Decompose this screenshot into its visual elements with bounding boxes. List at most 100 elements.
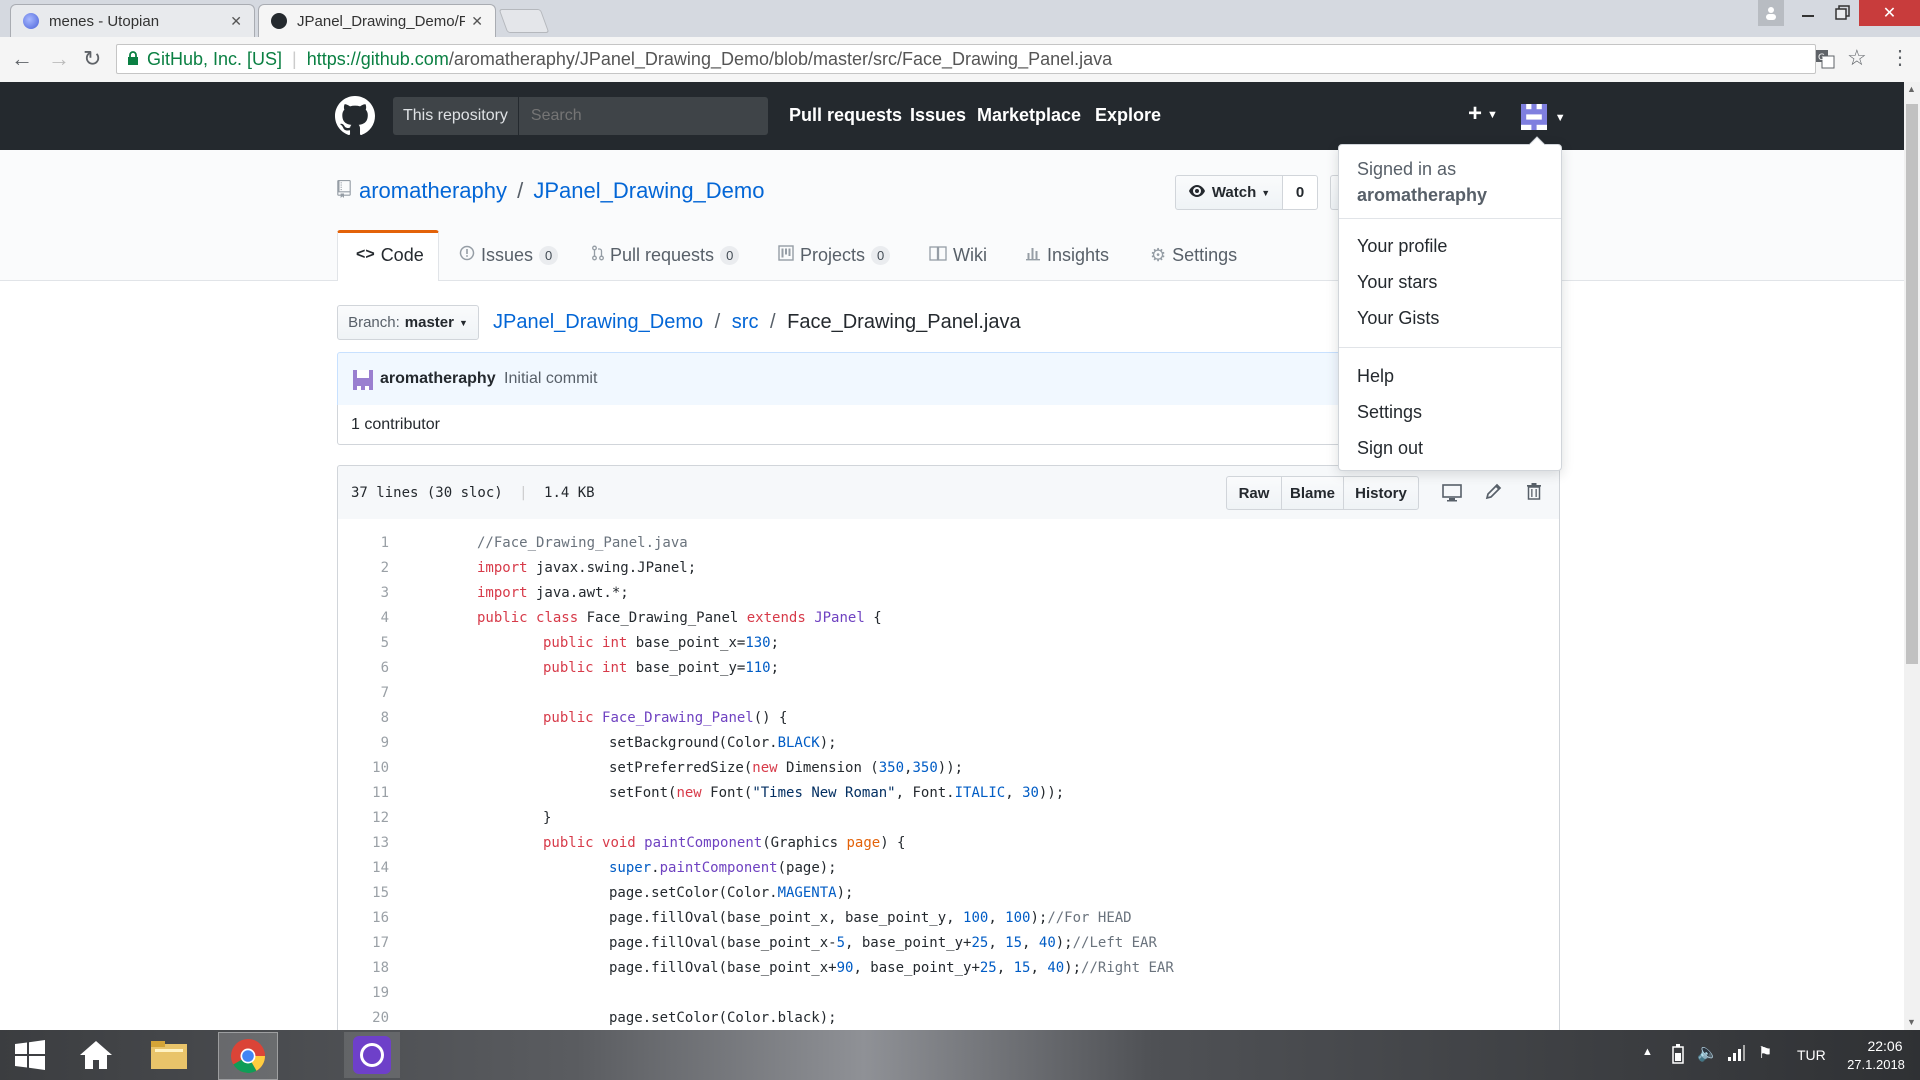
line-content: //Face_Drawing_Panel.java bbox=[477, 535, 688, 551]
line-number[interactable]: 3 bbox=[337, 581, 389, 606]
tab-settings[interactable]: ⚙ Settings bbox=[1150, 230, 1237, 280]
line-number[interactable]: 2 bbox=[337, 556, 389, 581]
close-tab-icon[interactable]: ✕ bbox=[230, 13, 242, 30]
code-line: 19 bbox=[337, 981, 1560, 1006]
show-hidden-icons[interactable]: ▲ bbox=[1642, 1046, 1653, 1058]
scroll-up-icon[interactable]: ▲ bbox=[1907, 84, 1916, 94]
reload-icon[interactable]: ↻ bbox=[83, 46, 101, 72]
line-number[interactable]: 15 bbox=[337, 881, 389, 906]
line-number[interactable]: 20 bbox=[337, 1006, 389, 1031]
forward-icon[interactable]: → bbox=[48, 46, 70, 72]
line-content: import java.awt.*; bbox=[477, 585, 629, 601]
github-desktop-taskbar-icon[interactable] bbox=[344, 1032, 400, 1078]
network-icon[interactable] bbox=[1727, 1044, 1745, 1067]
volume-icon[interactable]: 🔈 bbox=[1697, 1043, 1718, 1063]
line-number[interactable]: 5 bbox=[337, 631, 389, 656]
scroll-down-icon[interactable]: ▼ bbox=[1907, 1017, 1916, 1027]
dropdown-caret bbox=[1529, 136, 1545, 145]
chrome-taskbar-icon[interactable] bbox=[218, 1032, 278, 1080]
minimize-icon[interactable] bbox=[1795, 0, 1821, 26]
line-number[interactable]: 10 bbox=[337, 756, 389, 781]
menu-your-stars[interactable]: Your stars bbox=[1357, 272, 1437, 293]
url-host: https://github.com bbox=[306, 48, 449, 69]
breadcrumb-repo-link[interactable]: JPanel_Drawing_Demo bbox=[493, 311, 703, 333]
close-window-icon[interactable]: ✕ bbox=[1859, 0, 1920, 26]
back-icon[interactable]: ← bbox=[11, 46, 33, 72]
history-button[interactable]: History bbox=[1343, 476, 1419, 510]
clock-date[interactable]: 27.1.2018 bbox=[1840, 1057, 1912, 1072]
breadcrumb-separator: / bbox=[714, 311, 721, 333]
line-number[interactable]: 7 bbox=[337, 681, 389, 706]
nav-marketplace[interactable]: Marketplace bbox=[977, 105, 1081, 126]
line-number[interactable]: 6 bbox=[337, 656, 389, 681]
header-search[interactable]: This repository bbox=[393, 97, 768, 135]
tab-insights[interactable]: Insights bbox=[1025, 230, 1109, 280]
user-menu-button[interactable]: ▼ bbox=[1521, 104, 1566, 135]
create-new-button[interactable]: + ▼ bbox=[1468, 100, 1498, 128]
profile-icon[interactable] bbox=[1758, 0, 1784, 26]
windows-start-icon[interactable] bbox=[10, 1035, 50, 1075]
line-number[interactable]: 13 bbox=[337, 831, 389, 856]
address-bar[interactable]: GitHub, Inc. [US] | https://github.com /… bbox=[116, 44, 1816, 74]
watch-count[interactable]: 0 bbox=[1282, 175, 1318, 210]
battery-icon[interactable] bbox=[1670, 1044, 1686, 1069]
commit-message-link[interactable]: Initial commit bbox=[504, 370, 597, 387]
menu-help[interactable]: Help bbox=[1357, 366, 1394, 387]
line-number[interactable]: 9 bbox=[337, 731, 389, 756]
commit-author-link[interactable]: aromatheraphy bbox=[380, 370, 496, 387]
menu-settings[interactable]: Settings bbox=[1357, 402, 1422, 423]
search-input[interactable] bbox=[528, 106, 763, 126]
menu-your-profile[interactable]: Your profile bbox=[1357, 236, 1447, 257]
repo-owner-link[interactable]: aromatheraphy bbox=[359, 178, 507, 203]
desktop-icon[interactable] bbox=[1442, 484, 1462, 507]
file-explorer-icon[interactable] bbox=[146, 1035, 192, 1075]
pencil-icon[interactable] bbox=[1485, 482, 1503, 505]
line-content: } bbox=[543, 810, 552, 826]
line-number[interactable]: 8 bbox=[337, 706, 389, 731]
line-number[interactable]: 11 bbox=[337, 781, 389, 806]
chrome-menu-icon[interactable]: ⋮ bbox=[1890, 45, 1910, 70]
close-tab-icon[interactable]: ✕ bbox=[471, 13, 483, 30]
tab-code[interactable]: <> Code bbox=[356, 230, 424, 280]
nav-issues[interactable]: Issues bbox=[910, 105, 966, 126]
page-scrollbar[interactable]: ▲ ▼ bbox=[1904, 82, 1920, 1030]
blame-button[interactable]: Blame bbox=[1281, 476, 1344, 510]
menu-sign-out[interactable]: Sign out bbox=[1357, 438, 1423, 459]
tab-projects[interactable]: Projects 0 bbox=[778, 230, 891, 280]
line-number[interactable]: 1 bbox=[337, 531, 389, 556]
caret-down-icon: ▼ bbox=[1261, 187, 1271, 198]
contributors-count[interactable]: 1 contributor bbox=[351, 416, 440, 434]
restore-icon[interactable] bbox=[1828, 0, 1858, 26]
browser-tab-github[interactable]: JPanel_Drawing_Demo/F ✕ bbox=[258, 4, 496, 37]
clock-time[interactable]: 22:06 bbox=[1855, 1038, 1915, 1054]
caret-down-icon: ▼ bbox=[1554, 112, 1566, 124]
line-number[interactable]: 18 bbox=[337, 956, 389, 981]
trash-icon[interactable] bbox=[1526, 482, 1542, 505]
tab-issues[interactable]: Issues 0 bbox=[459, 230, 559, 280]
nav-explore[interactable]: Explore bbox=[1095, 105, 1161, 126]
branch-select-button[interactable]: Branch: master ▼ bbox=[337, 305, 479, 340]
new-tab-button[interactable] bbox=[498, 9, 550, 33]
input-language[interactable]: TUR bbox=[1797, 1047, 1826, 1063]
browser-tab-utopian[interactable]: menes - Utopian ✕ bbox=[10, 4, 255, 37]
line-number[interactable]: 14 bbox=[337, 856, 389, 881]
line-number[interactable]: 17 bbox=[337, 931, 389, 956]
menu-your-gists[interactable]: Your Gists bbox=[1357, 308, 1439, 329]
translate-icon[interactable]: G bbox=[1815, 49, 1835, 74]
bookmark-star-icon[interactable]: ☆ bbox=[1847, 45, 1867, 71]
github-logo-icon[interactable] bbox=[335, 96, 375, 141]
home-icon[interactable] bbox=[76, 1035, 116, 1075]
scrollbar-thumb[interactable] bbox=[1906, 104, 1918, 664]
line-number[interactable]: 4 bbox=[337, 606, 389, 631]
action-center-flag-icon[interactable]: ⚑ bbox=[1758, 1043, 1772, 1063]
breadcrumb-dir-link[interactable]: src bbox=[732, 311, 759, 333]
raw-button[interactable]: Raw bbox=[1226, 476, 1282, 510]
line-number[interactable]: 12 bbox=[337, 806, 389, 831]
line-number[interactable]: 16 bbox=[337, 906, 389, 931]
line-number[interactable]: 19 bbox=[337, 981, 389, 1006]
tab-wiki[interactable]: Wiki bbox=[929, 230, 987, 280]
watch-button[interactable]: Watch ▼ bbox=[1175, 175, 1283, 210]
repo-name-link[interactable]: JPanel_Drawing_Demo bbox=[533, 178, 764, 203]
tab-pull-requests[interactable]: Pull requests 0 bbox=[592, 230, 740, 280]
nav-pull-requests[interactable]: Pull requests bbox=[789, 105, 902, 126]
